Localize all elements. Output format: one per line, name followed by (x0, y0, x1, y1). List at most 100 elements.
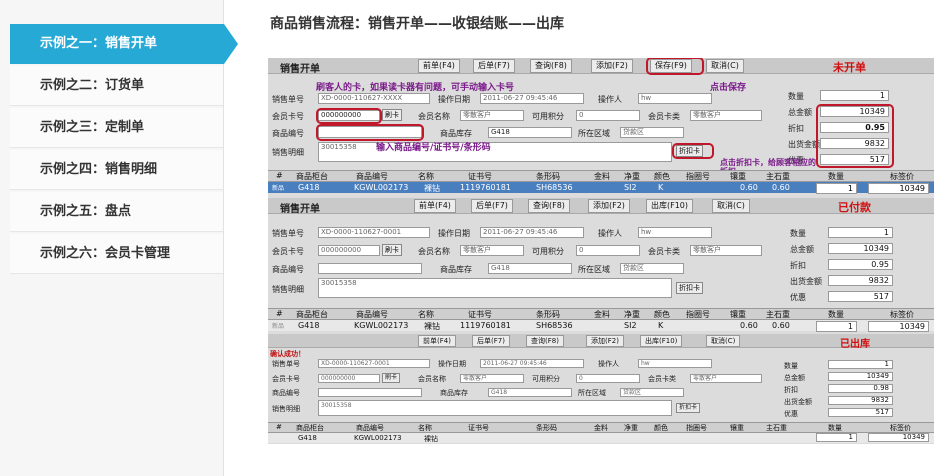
goods-no-input[interactable] (318, 263, 422, 274)
discount-field[interactable]: 0.95 (828, 259, 893, 270)
total-label: 总金额 (790, 245, 814, 254)
points-field[interactable]: 0 (576, 110, 640, 121)
qty-cell[interactable]: 1 (816, 433, 857, 442)
points-label: 可用积分 (532, 112, 564, 121)
card-no-field[interactable]: 000000000 (318, 374, 380, 383)
add-button[interactable]: 添加(F2) (588, 199, 630, 213)
qty-cell[interactable]: 1 (816, 183, 857, 194)
out-price-label: 出货金额 (790, 277, 822, 286)
operator-field[interactable]: hw (638, 227, 712, 238)
query-button[interactable]: 查询(F8) (530, 59, 572, 73)
detail-field[interactable]: 30015358 (318, 142, 672, 162)
qty-field[interactable]: 1 (820, 90, 889, 101)
page-title: 商品销售流程：销售开单——收银结账——出库 (270, 16, 564, 32)
member-name-field[interactable]: 零散客户 (460, 374, 524, 383)
member-name-field[interactable]: 零散客户 (460, 110, 524, 121)
stock-label: 商品库存 (440, 389, 468, 397)
table-row[interactable]: 新品 G418 KGWL002173 裸钻 1119760181 SH68536… (268, 320, 934, 332)
table-row[interactable]: 新品 G418 KGWL002173 裸钻 1119760181 SH68536… (268, 182, 934, 194)
total-field[interactable]: 10349 (828, 243, 893, 254)
out-stock-button[interactable]: 出库(F10) (640, 335, 683, 347)
row-flag: 新品 (272, 185, 285, 192)
out-price-field[interactable]: 9832 (828, 275, 893, 286)
order-no-field[interactable]: XD-0000-110627-XXXX (318, 93, 430, 104)
sidebar-item-member-card[interactable]: 示例之六：会员卡管理 (10, 234, 223, 274)
order-no-field[interactable]: XD-0000-110627-0001 (318, 227, 430, 238)
goods-no-input[interactable] (318, 388, 422, 397)
area-field[interactable]: 贷款区 (620, 127, 684, 138)
prev-button[interactable]: 前单(F4) (414, 199, 456, 213)
table-cell: SI2 (624, 321, 637, 330)
card-type-field[interactable]: 零散客户 (690, 374, 762, 383)
next-button[interactable]: 后单(F7) (472, 335, 510, 347)
detail-field[interactable]: 30015358 (318, 278, 672, 298)
read-card-button[interactable]: 刷卡 (382, 373, 401, 383)
discount-label: 折扣 (788, 124, 804, 133)
area-field[interactable]: 贷款区 (620, 263, 684, 274)
op-date-field[interactable]: 2011-06-27 09:45:46 (480, 227, 584, 238)
discount-card-button[interactable]: 折扣卡 (676, 403, 701, 413)
favor-field[interactable]: 517 (828, 291, 893, 302)
query-button[interactable]: 查询(F8) (528, 199, 570, 213)
sidebar-item-custom-order[interactable]: 示例之三：定制单 (10, 108, 223, 148)
screenshot-panel: 销售开单 前单(F4) 后单(F7) 查询(F8) 添加(F2) 保存(F9) … (268, 58, 934, 444)
member-name-field[interactable]: 零散客户 (460, 245, 524, 256)
op-date-label: 操作日期 (438, 95, 470, 104)
total-field[interactable]: 10349 (828, 372, 893, 381)
card-no-field[interactable]: 000000000 (318, 245, 380, 256)
order-no-field[interactable]: XD-0000-110627-0001 (318, 359, 430, 368)
read-card-button[interactable]: 刷卡 (382, 109, 402, 121)
out-price-field[interactable]: 9832 (828, 396, 893, 405)
qty-cell[interactable]: 1 (816, 321, 857, 332)
table-cell: G418 (298, 434, 317, 442)
add-button[interactable]: 添加(F2) (586, 335, 624, 347)
prev-button[interactable]: 前单(F4) (418, 59, 460, 73)
area-field[interactable]: 贷款区 (620, 388, 684, 397)
success-message: 确认成功！ (270, 350, 305, 358)
table-header-cell: 净重 (624, 172, 640, 181)
op-date-field[interactable]: 2011-06-27 09:45:46 (480, 359, 584, 368)
discount-label: 折扣 (790, 261, 806, 270)
operator-field[interactable]: hw (638, 93, 712, 104)
qty-field[interactable]: 1 (828, 360, 893, 369)
table-cell: SH68536 (536, 321, 573, 330)
query-button[interactable]: 查询(F8) (526, 335, 564, 347)
read-card-button[interactable]: 刷卡 (382, 244, 402, 256)
qty-field[interactable]: 1 (828, 227, 893, 238)
discount-card-button[interactable]: 折扣卡 (676, 282, 703, 294)
price-cell[interactable]: 10349 (868, 183, 929, 194)
sidebar-item-label: 示例之二：订货单 (40, 78, 145, 93)
stock-select[interactable]: G418 (488, 127, 572, 138)
sidebar-item-order[interactable]: 示例之二：订货单 (10, 66, 223, 106)
op-date-field[interactable]: 2011-06-27 09:45:46 (480, 93, 584, 104)
member-name-label: 会员名称 (418, 375, 446, 383)
table-cell: SH68536 (536, 183, 573, 192)
out-stock-button[interactable]: 出库(F10) (646, 199, 694, 213)
price-cell[interactable]: 10349 (868, 321, 929, 332)
member-name-label: 会员名称 (418, 112, 450, 121)
operator-field[interactable]: hw (638, 359, 712, 368)
points-field[interactable]: 0 (576, 374, 640, 383)
detail-field[interactable]: 30015358 (318, 400, 672, 416)
cancel-button[interactable]: 取消(C) (706, 335, 741, 347)
next-button[interactable]: 后单(F7) (473, 59, 515, 73)
add-button[interactable]: 添加(F2) (591, 59, 633, 73)
stock-select[interactable]: G418 (488, 263, 572, 274)
stock-select[interactable]: G418 (488, 388, 572, 397)
sidebar-item-sales-order[interactable]: 示例之一：销售开单 (10, 24, 238, 64)
discount-field[interactable]: 0.98 (828, 384, 893, 393)
card-type-field[interactable]: 零散客户 (690, 245, 762, 256)
next-button[interactable]: 后单(F7) (471, 199, 513, 213)
detail-label: 销售明细 (272, 285, 304, 294)
sidebar-item-sales-detail[interactable]: 示例之四：销售明细 (10, 150, 223, 190)
cancel-button[interactable]: 取消(C) (706, 59, 744, 73)
favor-field[interactable]: 517 (828, 408, 893, 417)
cancel-button[interactable]: 取消(C) (712, 199, 750, 213)
detail-label: 销售明细 (272, 405, 300, 413)
sidebar-item-inventory[interactable]: 示例之五：盘点 (10, 192, 223, 232)
card-type-field[interactable]: 零散客户 (690, 110, 762, 121)
price-cell[interactable]: 10349 (868, 433, 929, 442)
points-field[interactable]: 0 (576, 245, 640, 256)
table-row[interactable]: G418 KGWL002173 裸钻 1 10349 (268, 433, 934, 443)
prev-button[interactable]: 前单(F4) (418, 335, 456, 347)
